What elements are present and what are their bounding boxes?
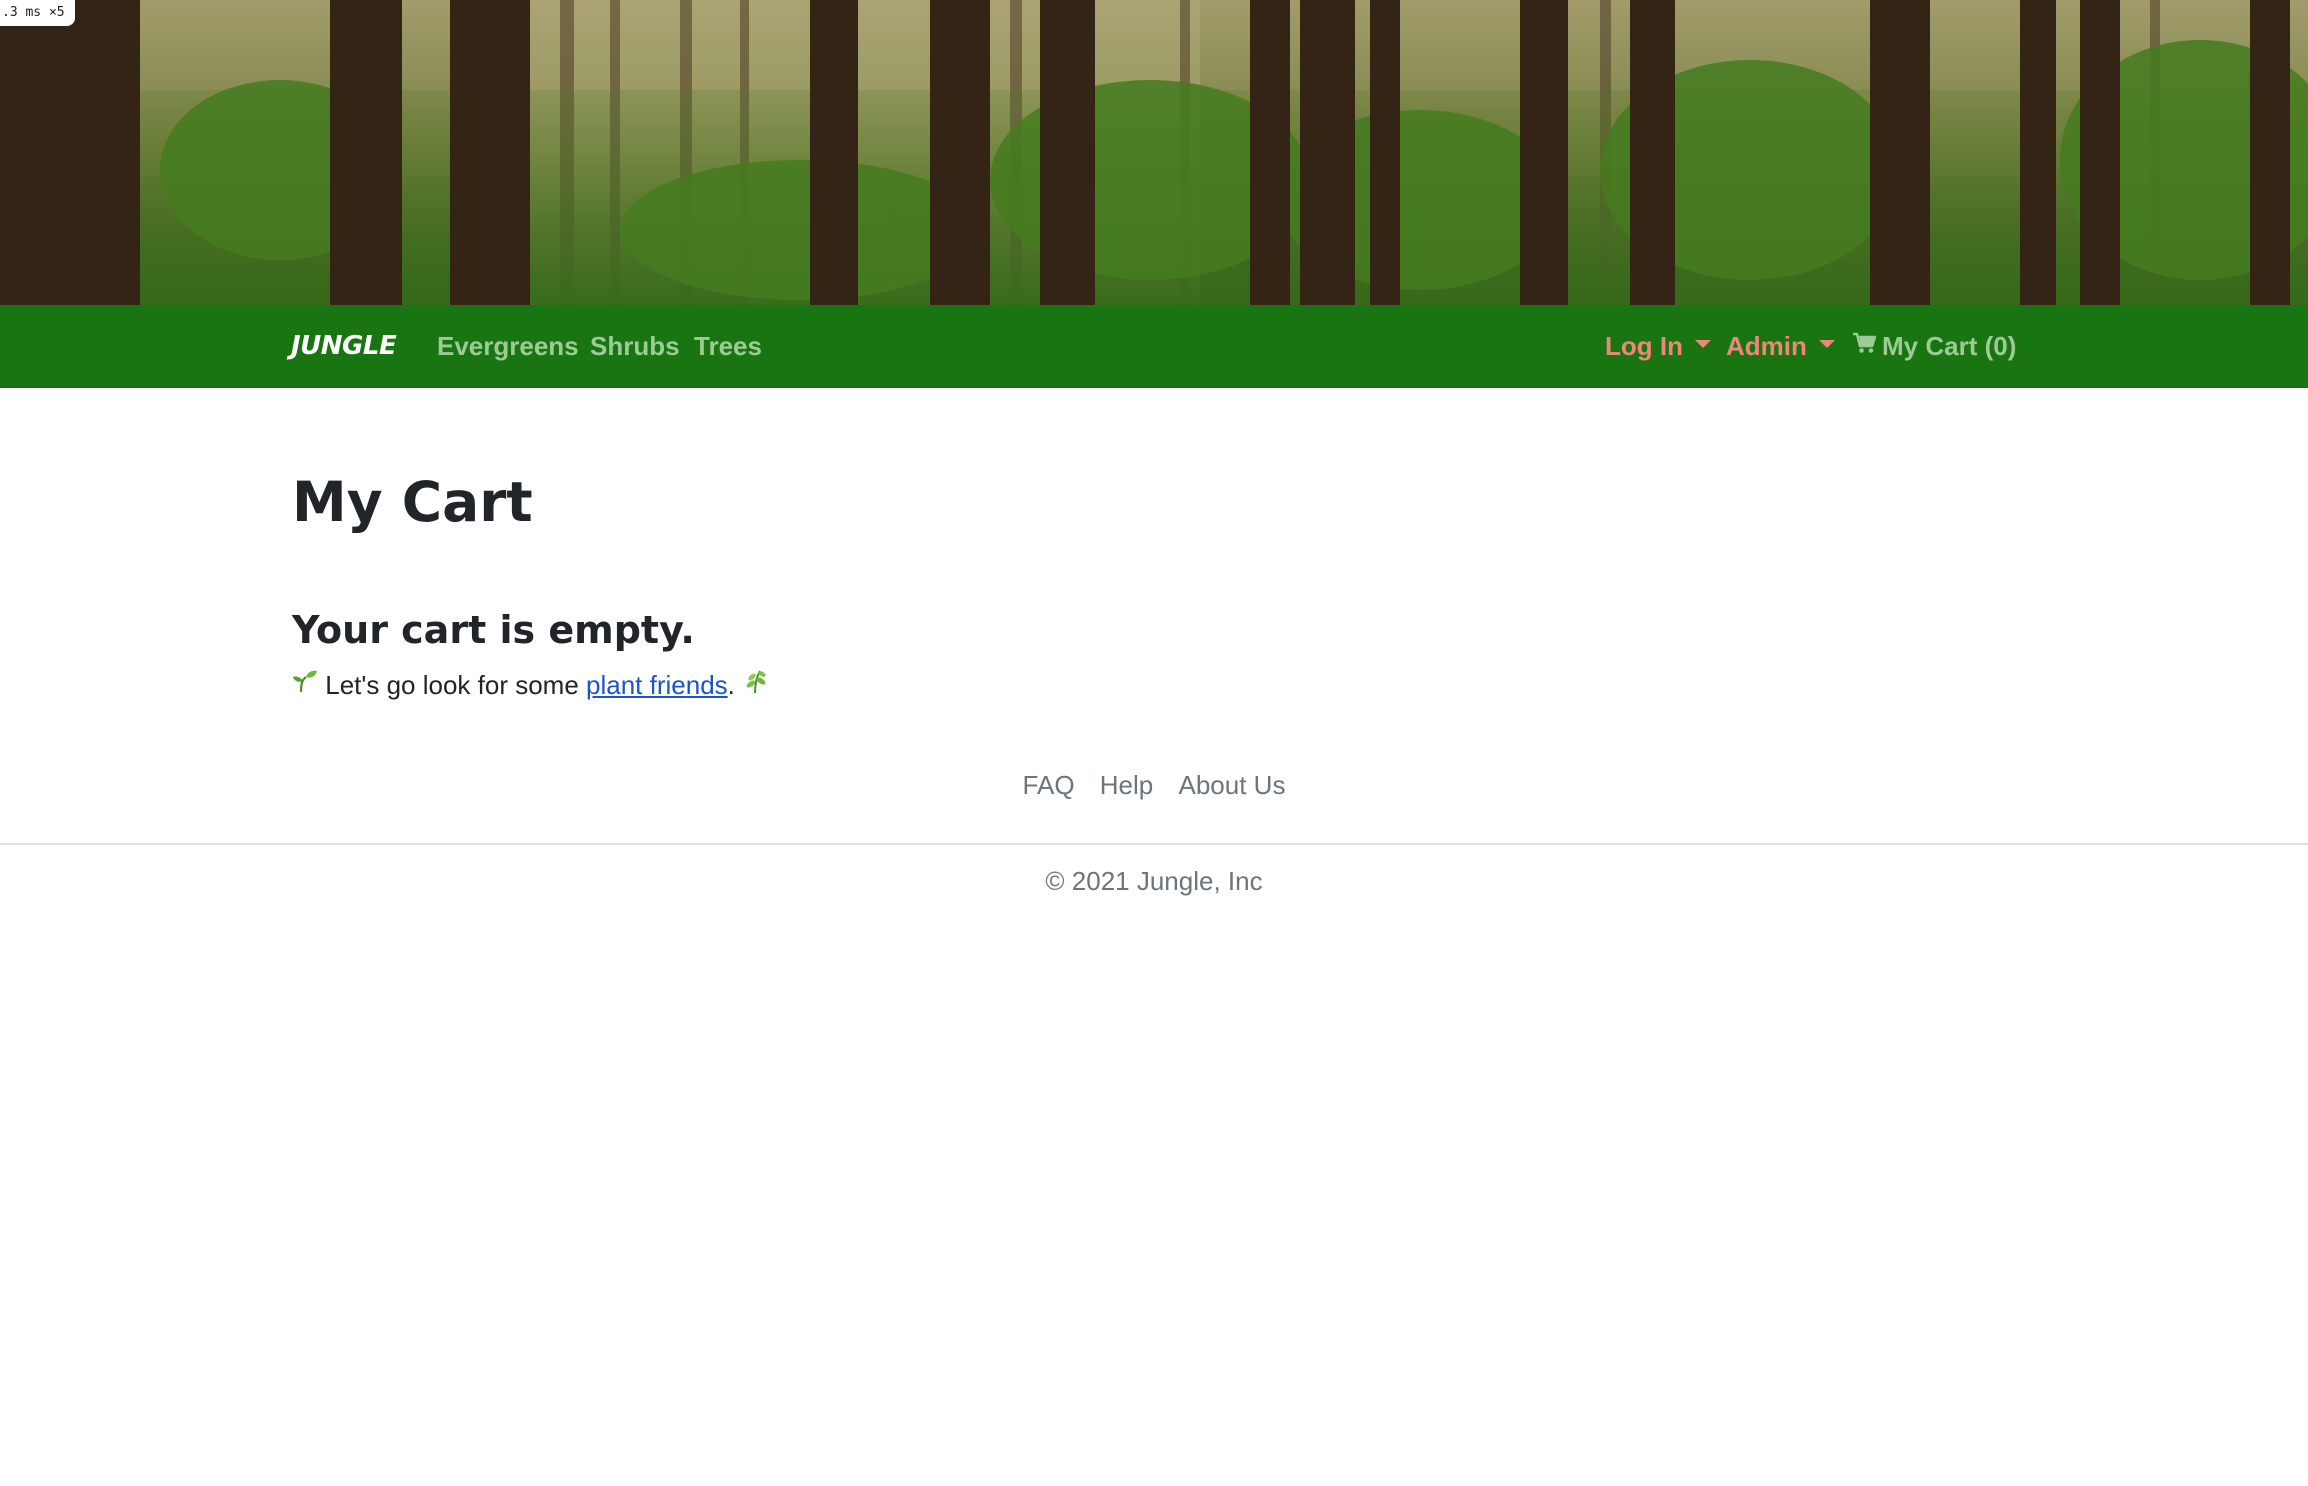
navbar-container: JUNGLE Evergreens Shrubs Trees Log In Ad… [291, 305, 2016, 388]
caret-down-icon [1818, 340, 1835, 349]
copyright-text: © 2021 Jungle, Inc [1045, 866, 1263, 896]
herb-icon [742, 668, 768, 701]
page-title: My Cart [292, 470, 533, 534]
empty-text-before: Let's go look for some [325, 670, 579, 700]
login-label: Log In [1605, 331, 1683, 361]
hero-forest-image [0, 0, 2308, 305]
my-cart-link[interactable]: My Cart (0) [1852, 305, 2016, 388]
empty-text-after: . [727, 670, 735, 700]
top-navbar: JUNGLE Evergreens Shrubs Trees Log In Ad… [0, 305, 2308, 388]
sprout-icon [292, 668, 318, 701]
nav-link-trees[interactable]: Trees [694, 305, 762, 388]
empty-cart-heading: Your cart is empty. [292, 608, 695, 652]
admin-label: Admin [1726, 331, 1807, 361]
login-dropdown[interactable]: Log In [1605, 305, 1711, 388]
nav-link-shrubs[interactable]: Shrubs [590, 305, 680, 388]
footer-links: FAQ Help About Us [0, 770, 2308, 801]
footer-link-help[interactable]: Help [1100, 770, 1153, 800]
caret-down-icon [1694, 340, 1711, 349]
footer-link-faq[interactable]: FAQ [1023, 770, 1075, 800]
admin-dropdown[interactable]: Admin [1726, 305, 1835, 388]
my-cart-label: My Cart (0) [1882, 331, 2017, 361]
brand-logo[interactable]: JUNGLE [291, 305, 397, 388]
footer-link-about-us[interactable]: About Us [1179, 770, 1286, 800]
cart-icon [1852, 304, 1877, 387]
forest-illustration [0, 0, 2308, 305]
footer-divider [0, 843, 2308, 845]
nav-link-evergreens[interactable]: Evergreens [437, 305, 579, 388]
empty-cart-message: Let's go look for some plant friends. [292, 670, 768, 704]
plant-friends-link[interactable]: plant friends [586, 670, 728, 700]
performance-badge: .3 ms ×5 [0, 0, 75, 26]
